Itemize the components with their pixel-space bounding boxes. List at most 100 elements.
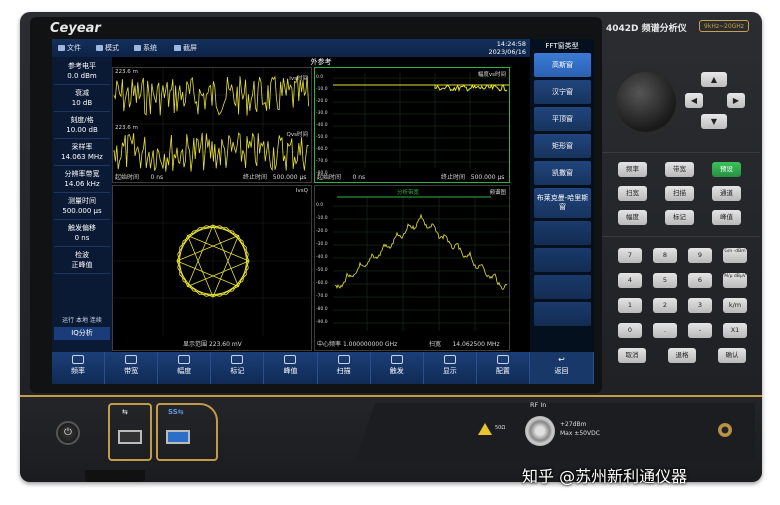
arrow-left-key[interactable]: ◀ (685, 93, 703, 108)
arrow-up-key[interactable]: ▲ (701, 72, 727, 87)
key-channel[interactable]: 通道 (712, 186, 741, 201)
mag-vs-time-label: 幅度vs时间 (477, 72, 506, 78)
key-cancel[interactable]: 取消 (618, 348, 646, 363)
softkey-kaiser[interactable]: 凯撒窗 (534, 161, 591, 185)
clock: 14:24:58 2023/06/16 (489, 40, 526, 56)
ground-terminal[interactable] (718, 423, 732, 437)
key-1[interactable]: 1 (618, 298, 642, 313)
spectrum-analyzer-device: Ceyear 文件 模式 系统 截屏 14:24:58 2023/06/16 参… (20, 12, 762, 482)
frequency-range-badge: 9kHz~20GHz (699, 20, 749, 32)
key-giga[interactable]: G/n -dBm (723, 248, 747, 263)
menu-peak[interactable]: 峰值 (264, 352, 318, 384)
param-detector[interactable]: 检波 正峰值 (54, 248, 110, 274)
key-7[interactable]: 7 (618, 248, 642, 263)
param-scale-div[interactable]: 刻度/格 10.00 dB (54, 113, 110, 139)
key-5[interactable]: 5 (653, 273, 677, 288)
key-mega[interactable]: M/μ dBμV (723, 273, 747, 288)
menu-display[interactable]: 显示 (424, 352, 477, 384)
menu-system[interactable]: 系统 (134, 43, 157, 53)
mag-time-footer: 起始时间 0 ns 终止时间 500.000 μs (317, 174, 505, 181)
softkey-hanning[interactable]: 汉宁窗 (534, 80, 591, 104)
rf-section (355, 403, 755, 461)
menu-sweep[interactable]: 扫描 (318, 352, 371, 384)
softkey-empty-2 (534, 248, 591, 272)
menu-amplitude[interactable]: 幅度 (158, 352, 212, 384)
menu-mode[interactable]: 模式 (96, 43, 119, 53)
power-button[interactable]: ⏻ (56, 421, 80, 445)
key-3[interactable]: 3 (688, 298, 712, 313)
menu-frequency[interactable]: 频率 (52, 352, 106, 384)
folder-icon (58, 45, 65, 51)
menu-bandwidth[interactable]: 带宽 (105, 352, 159, 384)
brand-logo: Ceyear (50, 21, 101, 36)
key-sweep[interactable]: 扫描 (665, 186, 694, 201)
peak-icon (284, 355, 297, 364)
display-range: 显示范围 223.60 mV (183, 341, 242, 348)
param-rbw[interactable]: 分辨率带宽 14.06 kHz (54, 167, 110, 193)
softkey-rectangular[interactable]: 矩形窗 (534, 134, 591, 158)
key-9[interactable]: 9 (688, 248, 712, 263)
axis-tick-label: -60.0 (316, 281, 328, 286)
bandwidth-icon (125, 355, 138, 364)
left-foot (85, 470, 145, 482)
key-kilo[interactable]: k/m (723, 298, 747, 313)
key-span[interactable]: 扫宽 (618, 186, 647, 201)
key-freq[interactable]: 频率 (618, 162, 647, 177)
arrow-down-key[interactable]: ▼ (701, 114, 727, 129)
top-menu-bar: 文件 模式 系统 截屏 14:24:58 2023/06/16 (52, 39, 530, 57)
menu-return[interactable]: ↩ 返回 (529, 352, 594, 384)
key-x1[interactable]: X1 (723, 323, 747, 338)
axis-tick-label: -30.0 (316, 242, 328, 247)
iq-analysis-button[interactable]: IQ分析 (54, 327, 110, 340)
key-0[interactable]: 0 (618, 323, 642, 338)
q-vs-time-label: Qvs时间 (286, 132, 308, 138)
ivsq-grid (113, 186, 311, 336)
key-backspace[interactable]: 退格 (668, 348, 696, 363)
key-amplitude[interactable]: 幅度 (618, 210, 647, 225)
display-screen: 文件 模式 系统 截屏 14:24:58 2023/06/16 参考电平 0.0 … (52, 39, 594, 384)
param-ref-level[interactable]: 参考电平 0.0 dBm (54, 59, 110, 85)
axis-tick-label: -20.0 (316, 229, 328, 234)
menu-marker[interactable]: 标记 (211, 352, 265, 384)
key-preset[interactable]: 预设 (712, 162, 741, 177)
hardkey-panel: 4042D 频谱分析仪 9kHz~20GHz ▲ ◀ ▶ ▼ 频率 带宽 预设 … (602, 12, 760, 394)
param-meas-time[interactable]: 测量时间 500.000 μs (54, 194, 110, 220)
key-dot[interactable]: . (653, 323, 677, 338)
menu-config[interactable]: 配置 (477, 352, 530, 384)
param-attenuation[interactable]: 衰减 10 dB (54, 86, 110, 112)
key-6[interactable]: 6 (688, 273, 712, 288)
usb3-port[interactable] (166, 430, 190, 444)
spectrum-footer: 中心频率 1.000000000 GHz 扫宽 14.062500 MHz (317, 341, 500, 348)
softkey-gaussian[interactable]: 高斯窗 (534, 53, 591, 77)
key-8[interactable]: 8 (653, 248, 677, 263)
key-marker[interactable]: 标记 (665, 210, 694, 225)
ivsq-pane: IvsQ 显示范围 223.60 mV (112, 185, 312, 351)
bottom-menu-bar: 频率 带宽 幅度 标记 峰值 扫描 触发 显示 配置 ↩ 返回 (52, 352, 594, 384)
key-bw[interactable]: 带宽 (665, 162, 694, 177)
param-trigger-offset[interactable]: 触发偏移 0 ns (54, 221, 110, 247)
key-2[interactable]: 2 (653, 298, 677, 313)
key-4[interactable]: 4 (618, 273, 642, 288)
menu-file[interactable]: 文件 (58, 43, 81, 53)
camera-icon (174, 45, 181, 51)
watermark: 知乎 @苏州新利通仪器 (522, 467, 688, 486)
magnitude-time-pane: 幅度vs时间 0.0 -10.0 -20.0 -30.0 -40.0 -50.0 -60.0… (314, 67, 510, 183)
usb2-port[interactable] (118, 430, 142, 444)
softkey-blackman-harris[interactable]: 布莱克曼-哈里斯窗 (534, 188, 591, 218)
key-minus[interactable]: - (688, 323, 712, 338)
frequency-icon (72, 355, 85, 364)
rf-spec: +27dBm Max ±50VDC (560, 421, 600, 437)
i-top-tick: 223.6 m (115, 69, 138, 75)
key-enter[interactable]: 确认 (718, 348, 746, 363)
trigger-icon (390, 355, 403, 364)
rotary-knob[interactable] (616, 72, 676, 132)
menu-trigger[interactable]: 触发 (371, 352, 424, 384)
softkey-flattop[interactable]: 平顶窗 (534, 107, 591, 131)
param-sample-rate[interactable]: 采样率 14.063 MHz (54, 140, 110, 166)
axis-tick-label: -50.0 (316, 135, 328, 140)
rf-input-connector[interactable] (525, 416, 555, 446)
menu-screenshot[interactable]: 截屏 (174, 43, 197, 53)
arrow-right-key[interactable]: ▶ (727, 93, 745, 108)
axis-tick-label: -30.0 (316, 111, 328, 116)
key-peak[interactable]: 峰值 (712, 210, 741, 225)
